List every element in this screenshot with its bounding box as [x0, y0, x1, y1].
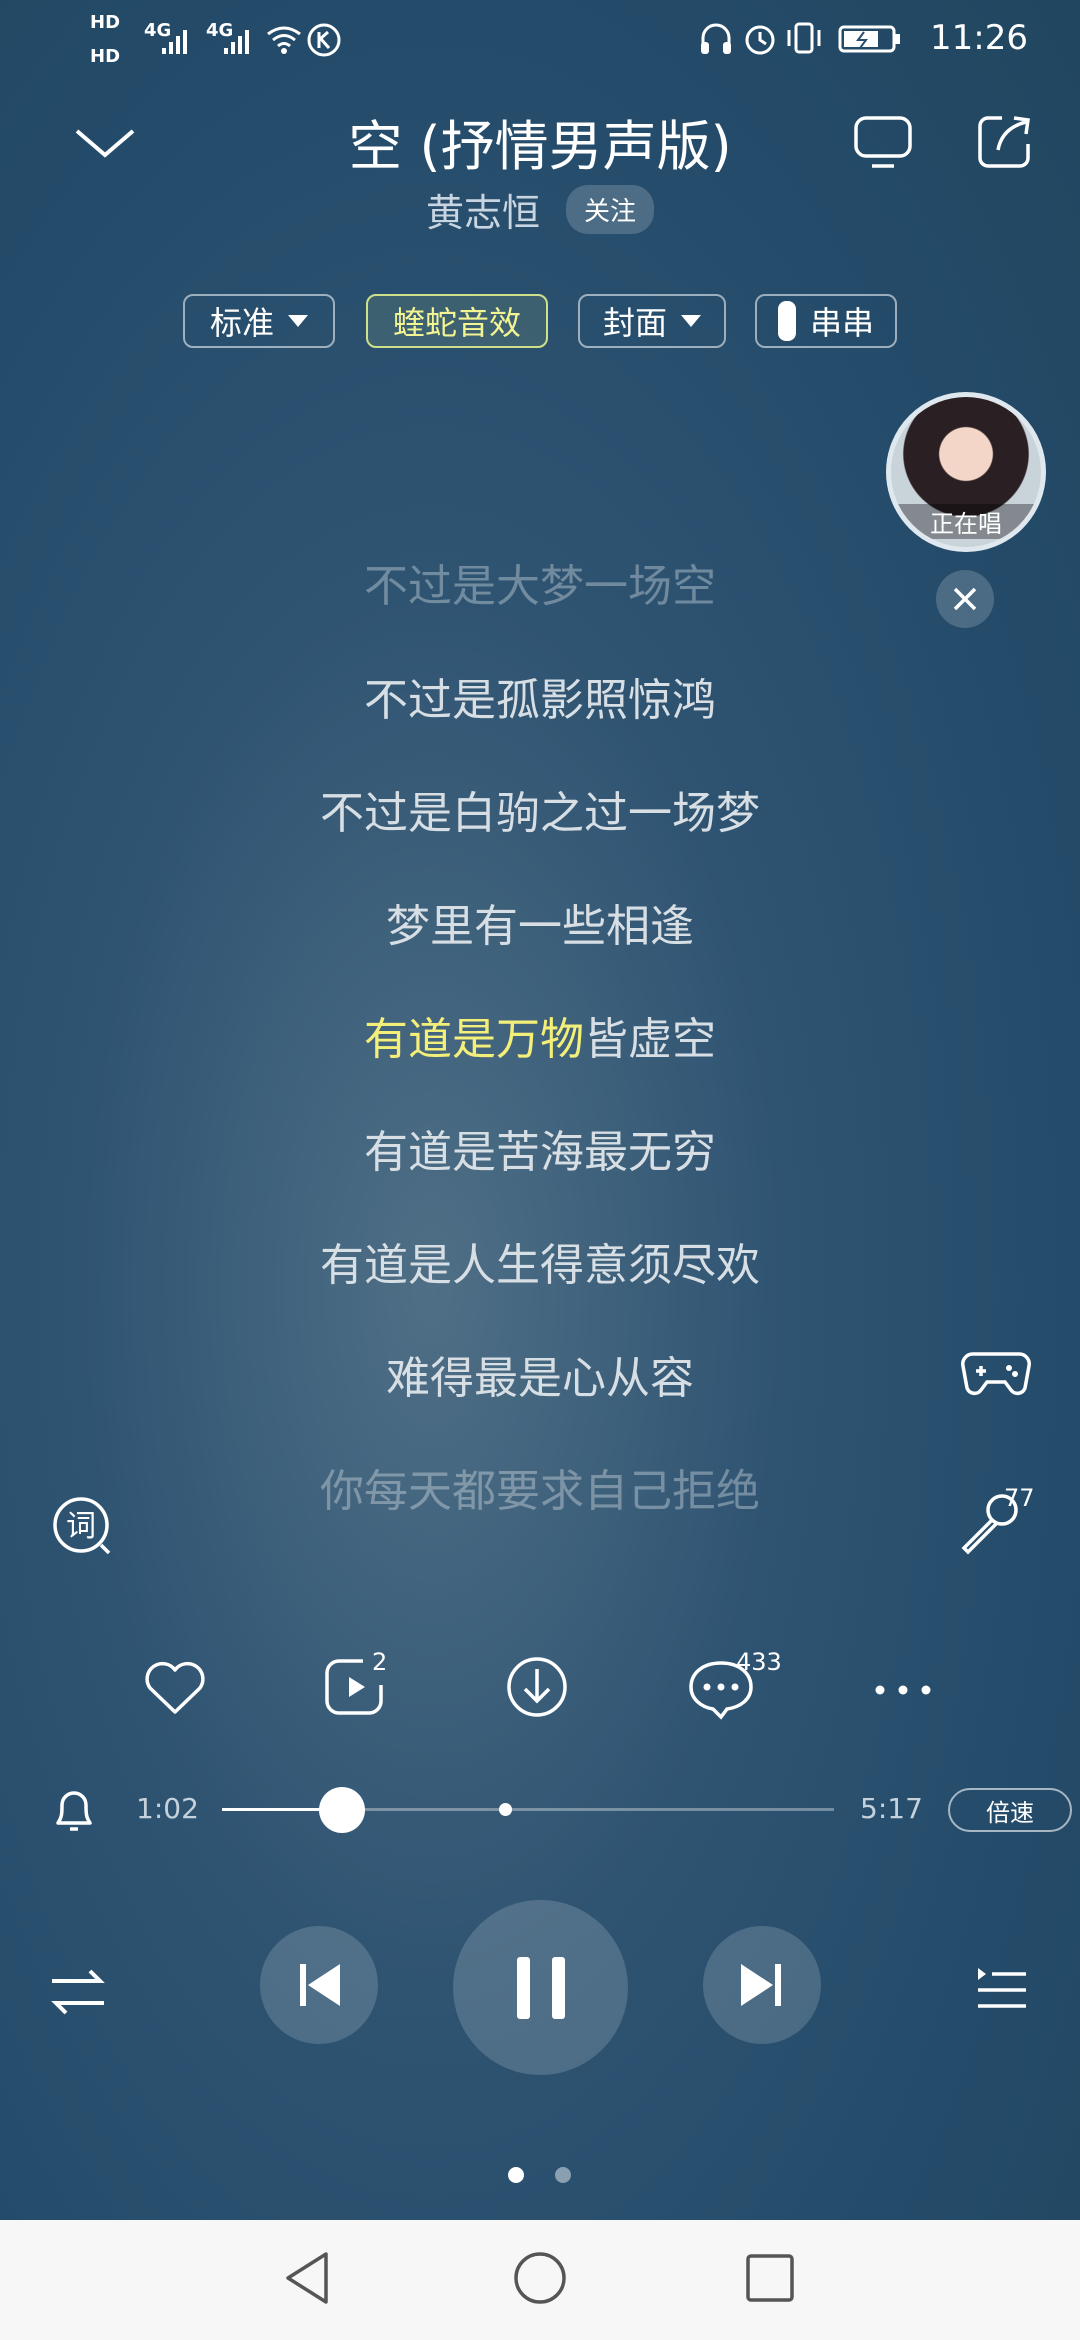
signal-icon-2	[224, 30, 249, 54]
lyric-line: 有道是人生得意须尽欢	[320, 1240, 760, 1291]
vibrate-icon	[787, 22, 821, 54]
lyric-line: 不过是白驹之过一场梦	[320, 788, 760, 839]
chuanchuan-toggle[interactable]: 串串	[755, 294, 897, 348]
download-button[interactable]	[504, 1654, 570, 1720]
lyric-line: 你每天都要求自己拒绝	[320, 1466, 760, 1517]
lyric-line: 梦里有一些相逢	[386, 901, 694, 952]
mic-count-badge: 77	[1004, 1484, 1035, 1512]
alarm-icon	[745, 25, 775, 55]
gamepad-icon	[961, 1352, 1031, 1395]
total-time: 5:17	[860, 1792, 923, 1825]
shuffle-order-icon	[51, 1969, 105, 2015]
app-k-icon	[307, 23, 341, 57]
sound-effect-chip[interactable]: 蝰蛇音效	[366, 294, 548, 348]
recents-button[interactable]	[738, 2246, 802, 2310]
share-icon	[978, 116, 1030, 168]
battery-icon	[838, 25, 900, 53]
heart-icon	[145, 1661, 205, 1714]
dropdown-arrow-icon	[681, 315, 701, 327]
lyric-line: 不过是孤影照惊鸿	[364, 675, 716, 726]
headphones-icon	[701, 23, 731, 54]
play-mode-button[interactable]	[46, 1962, 110, 2022]
hd-indicator-2: HD	[90, 46, 121, 67]
chuanchuan-label: 串串	[809, 304, 874, 342]
pause-button[interactable]	[453, 1900, 628, 2075]
previous-button[interactable]	[260, 1926, 378, 2044]
clock: 11:26	[930, 18, 1028, 58]
skip-previous-icon	[300, 1964, 340, 2006]
quality-chip[interactable]: 标准	[183, 294, 335, 348]
cover-chip[interactable]: 封面	[578, 294, 726, 348]
screen-icon	[854, 116, 912, 168]
share-button[interactable]	[972, 108, 1038, 174]
back-button[interactable]	[278, 2246, 338, 2310]
back-triangle-icon	[286, 2252, 328, 2304]
current-lyric-line: 有道是万物皆虚空	[0, 1003, 1080, 1067]
progress-knob[interactable]	[318, 1787, 365, 1833]
artist-row: 黄志恒 关注	[0, 182, 1080, 237]
lyric-line: 有道是苦海最无穷	[364, 1127, 716, 1178]
svg-text:词: 词	[66, 1509, 96, 1544]
more-dots-icon	[875, 1685, 931, 1695]
hd-indicator-1: HD	[90, 12, 121, 33]
like-button[interactable]	[140, 1656, 210, 1720]
singer-avatar-bubble[interactable]: 正在唱	[886, 392, 1046, 552]
page-indicator-dot-active[interactable]	[508, 2167, 524, 2183]
bell-icon	[56, 1791, 92, 1831]
quality-chip-label: 标准	[209, 304, 274, 342]
status-bar: HD HD 4G 4G 11:26	[0, 0, 1080, 76]
lyric-line: 不过是大梦一场空	[364, 561, 716, 612]
playlist-icon	[978, 1968, 1026, 2008]
lyric-line: 难得最是心从容	[386, 1353, 694, 1404]
progress-track[interactable]	[222, 1808, 834, 1811]
pause-icon	[516, 1956, 565, 2019]
download-icon	[507, 1657, 567, 1717]
climax-marker	[499, 1803, 512, 1816]
page-indicator-dot[interactable]	[555, 2167, 571, 2183]
playlist-button[interactable]	[972, 1962, 1032, 2018]
lyrics-icon: 词	[53, 1497, 111, 1555]
game-button[interactable]	[960, 1342, 1032, 1402]
alarm-timer-button[interactable]	[48, 1782, 100, 1838]
lyric-sung-part: 有道是万物	[364, 1014, 584, 1065]
signal-icon	[162, 30, 187, 54]
toggle-knob	[777, 301, 796, 341]
singing-label: 正在唱	[891, 504, 1041, 539]
home-circle-icon	[514, 2252, 566, 2304]
cover-chip-label: 封面	[602, 304, 667, 342]
next-button[interactable]	[703, 1926, 821, 2044]
skip-next-icon	[741, 1964, 781, 2006]
artist-name[interactable]: 黄志恒	[426, 182, 540, 237]
system-navigation-bar	[0, 2220, 1080, 2340]
lyric-unsung-part: 皆虚空	[584, 1014, 716, 1065]
cast-button[interactable]	[850, 110, 916, 176]
video-count-badge: 2	[372, 1648, 388, 1676]
lyrics-button[interactable]: 词	[50, 1494, 116, 1560]
sound-effect-chip-label: 蝰蛇音效	[392, 304, 521, 342]
song-title: 空 (抒情男声版)	[348, 115, 732, 178]
wifi-icon	[267, 26, 301, 54]
more-button[interactable]	[868, 1670, 938, 1710]
follow-button[interactable]: 关注	[566, 185, 655, 234]
elapsed-time: 1:02	[136, 1792, 199, 1825]
playback-speed-button[interactable]: 倍速	[948, 1788, 1072, 1832]
dropdown-arrow-icon	[288, 315, 308, 327]
recents-square-icon	[746, 2254, 794, 2302]
home-button[interactable]	[508, 2246, 572, 2310]
comment-count-badge: 433	[736, 1648, 782, 1676]
